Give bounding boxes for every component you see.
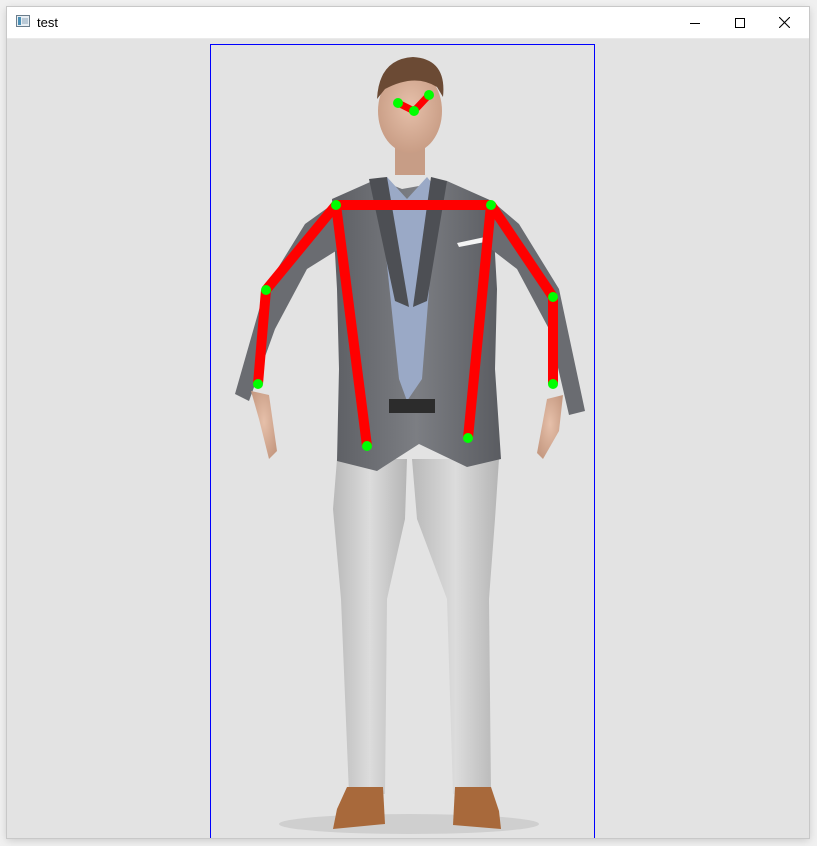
close-icon — [779, 17, 790, 28]
title-bar[interactable]: test — [7, 7, 809, 39]
keypoint-left-eye — [393, 98, 403, 108]
window-title: test — [37, 15, 58, 30]
keypoint-nose — [409, 106, 419, 116]
maximize-icon — [734, 17, 745, 28]
close-button[interactable] — [762, 7, 807, 38]
keypoint-left-wrist — [253, 379, 263, 389]
keypoint-right-elbow — [548, 292, 558, 302]
image-canvas — [7, 39, 809, 838]
maximize-button[interactable] — [717, 7, 762, 38]
pose-image — [210, 44, 595, 838]
keypoint-right-eye — [424, 90, 434, 100]
person-figure — [235, 57, 585, 834]
minimize-icon — [689, 22, 700, 24]
keypoint-right-hip — [463, 433, 473, 443]
minimize-button[interactable] — [672, 7, 717, 38]
skeleton-left-forearm — [253, 289, 271, 385]
app-window: test — [7, 7, 809, 838]
keypoint-right-wrist — [548, 379, 558, 389]
keypoint-left-shoulder — [331, 200, 341, 210]
app-window-icon — [16, 15, 30, 27]
keypoint-left-hip — [362, 441, 372, 451]
keypoint-left-elbow — [261, 285, 271, 295]
keypoint-right-shoulder — [486, 200, 496, 210]
